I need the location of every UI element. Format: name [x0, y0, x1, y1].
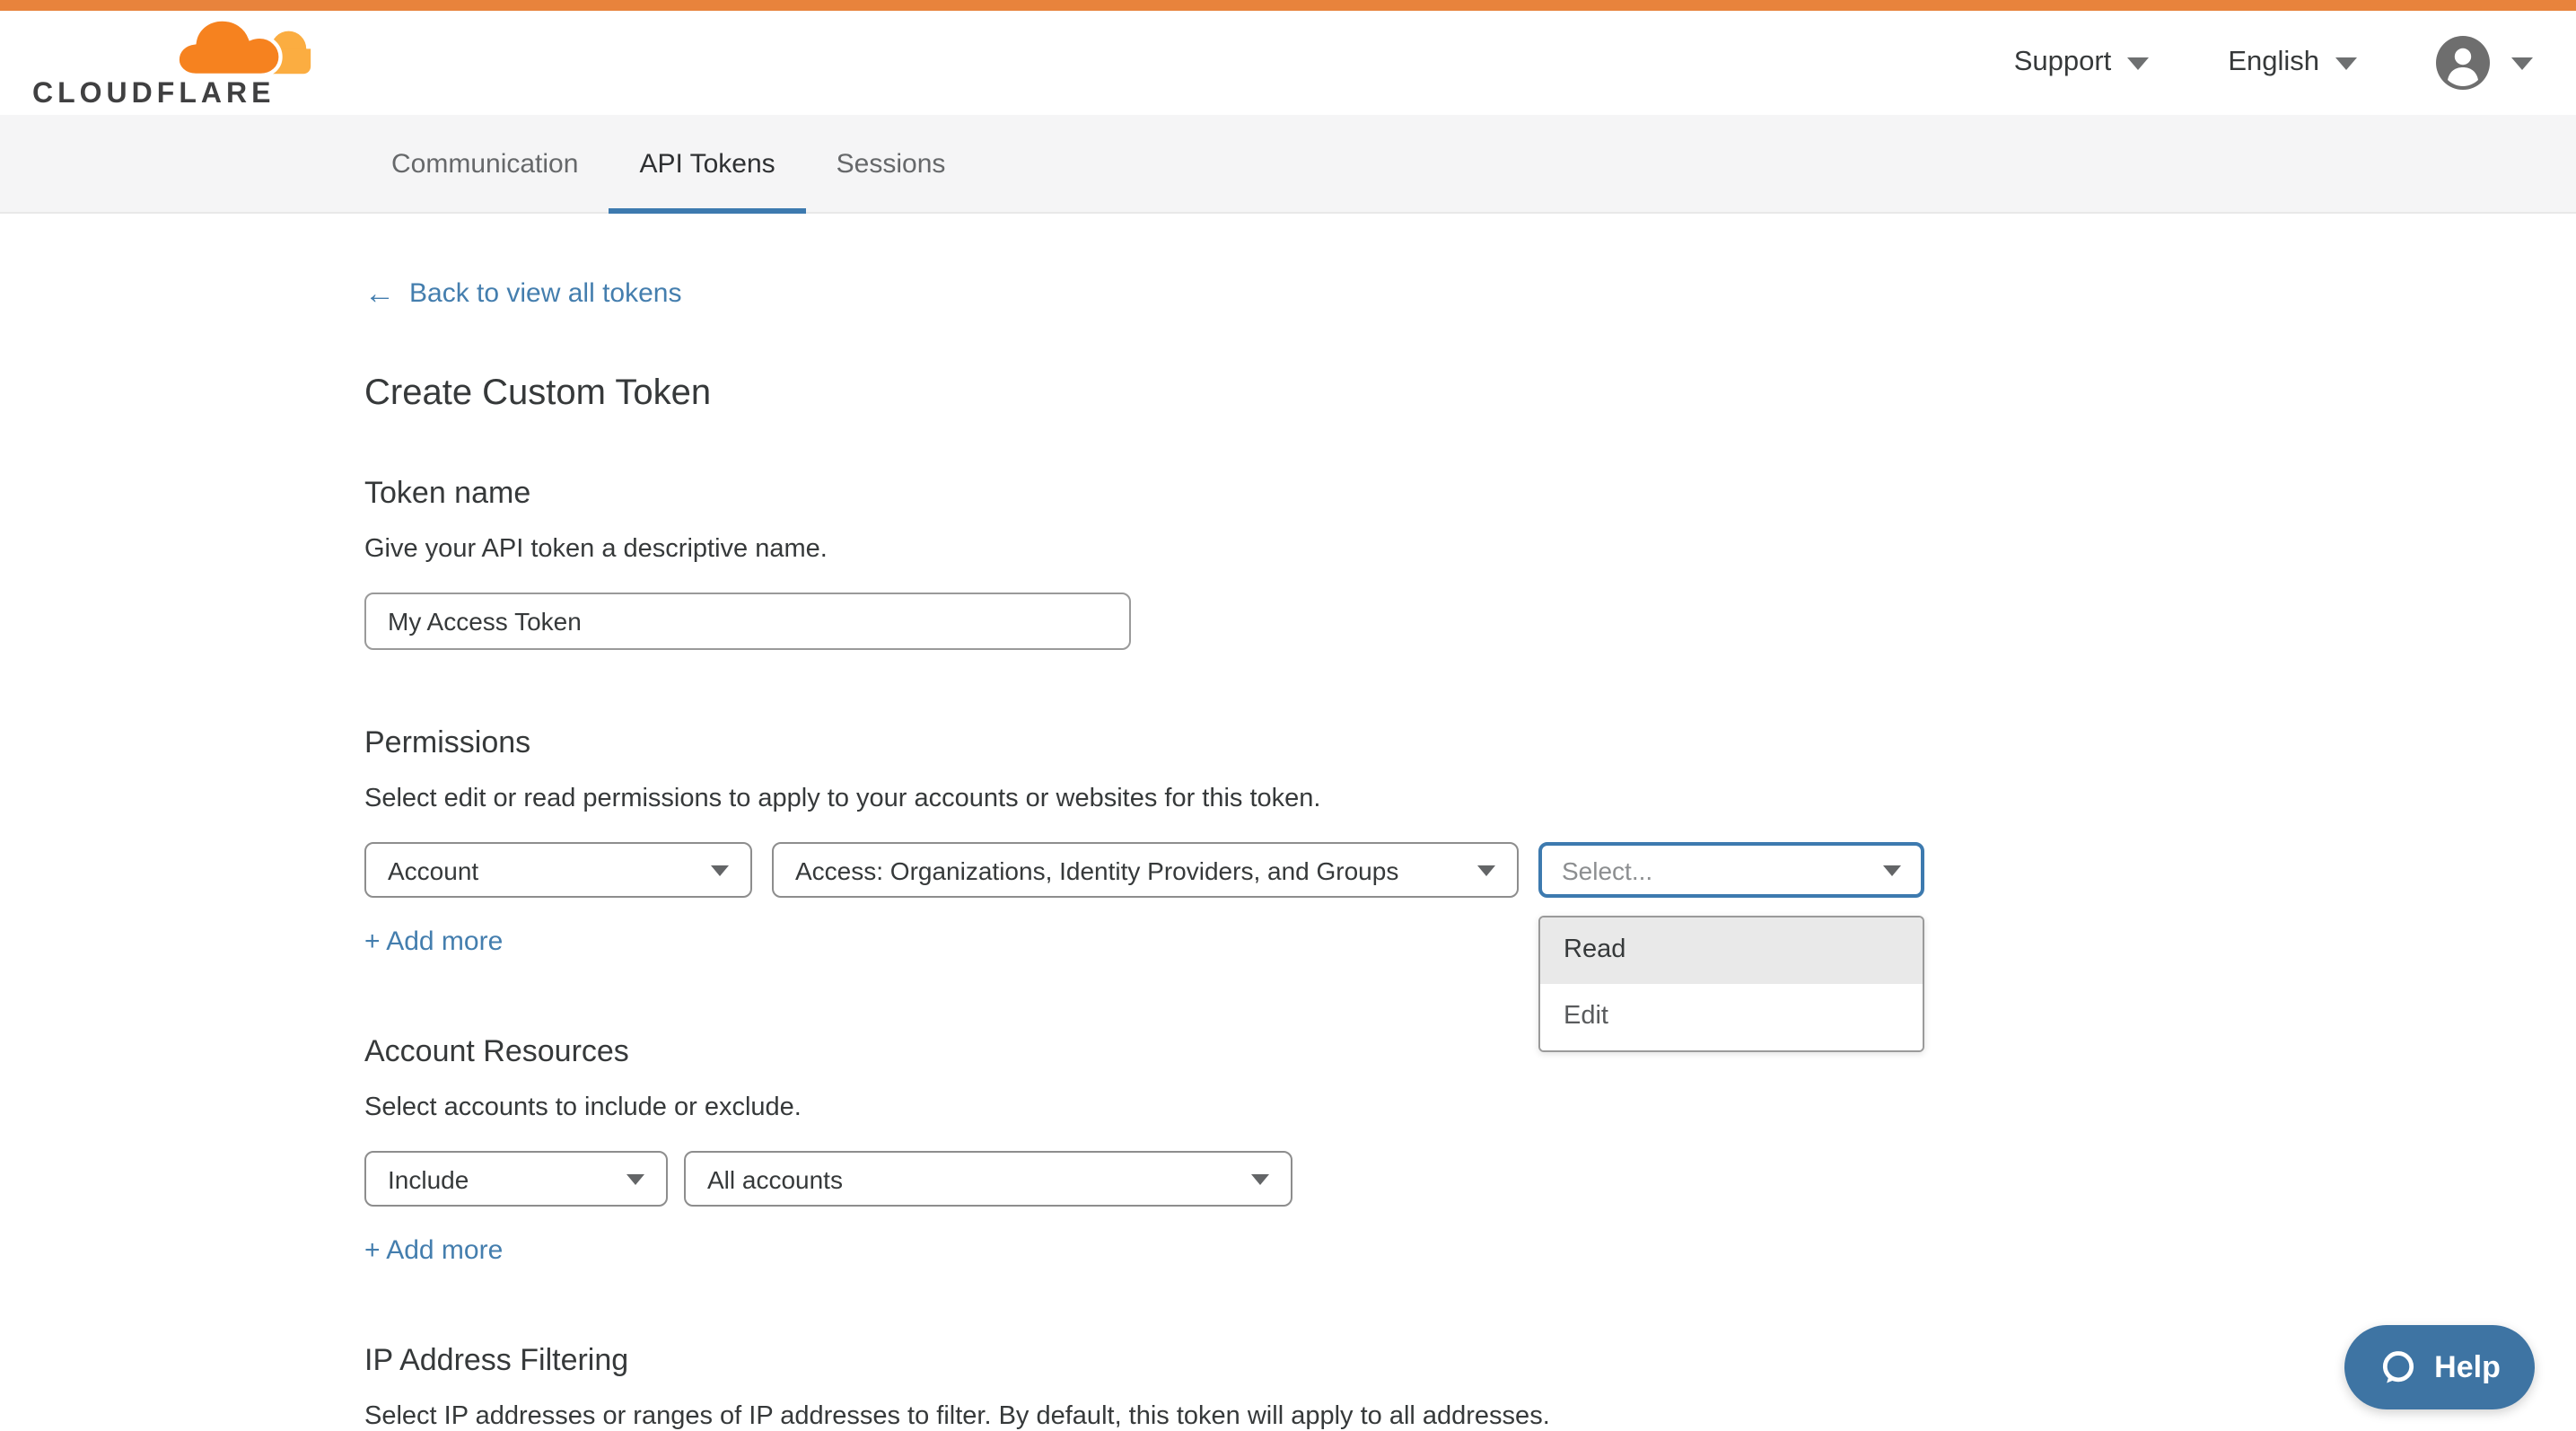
avatar-icon	[2436, 36, 2490, 90]
chevron-down-icon	[2511, 57, 2533, 69]
permissions-heading: Permissions	[364, 725, 2576, 761]
account-menu[interactable]	[2436, 36, 2533, 90]
support-menu[interactable]: Support	[2014, 47, 2150, 79]
language-menu-label: English	[2228, 47, 2319, 79]
permissions-description: Select edit or read permissions to apply…	[364, 785, 2576, 813]
tab-bar: Communication API Tokens Sessions	[0, 115, 2576, 214]
back-arrow-icon: ←	[364, 278, 395, 309]
dropdown-option-read[interactable]: Read	[1540, 917, 1923, 984]
support-menu-label: Support	[2014, 47, 2112, 79]
cloudflare-logo[interactable]: CLOUDFLARE	[32, 16, 320, 110]
chat-bubble-icon	[2379, 1348, 2418, 1387]
permission-resource-value: Access: Organizations, Identity Provider…	[795, 856, 1398, 884]
resource-mode-value: Include	[388, 1164, 469, 1193]
permission-access-placeholder: Select...	[1562, 856, 1652, 884]
tab-api-tokens[interactable]: API Tokens	[609, 115, 805, 212]
chevron-down-icon	[1251, 1173, 1269, 1184]
permissions-add-more-link[interactable]: + Add more	[364, 926, 503, 957]
resource-mode-select[interactable]: Include	[364, 1151, 668, 1207]
chevron-down-icon	[2335, 57, 2357, 69]
tab-sessions[interactable]: Sessions	[806, 115, 977, 212]
cloudflare-wordmark: CLOUDFLARE	[32, 81, 275, 110]
permission-scope-select[interactable]: Account	[364, 842, 752, 898]
account-resources-row: Include All accounts	[364, 1151, 2576, 1207]
token-name-section: Token name Give your API token a descrip…	[364, 476, 2576, 650]
tab-communication[interactable]: Communication	[361, 115, 609, 212]
language-menu[interactable]: English	[2228, 47, 2357, 79]
token-name-heading: Token name	[364, 476, 2576, 512]
back-to-tokens-link[interactable]: ← Back to view all tokens	[364, 278, 682, 309]
help-button[interactable]: Help	[2344, 1325, 2535, 1409]
token-name-input[interactable]	[364, 593, 1131, 650]
permission-access-select-wrap: Select... Read Edit	[1538, 842, 1924, 898]
header: CLOUDFLARE Support English	[0, 11, 2576, 115]
permissions-section: Permissions Select edit or read permissi…	[364, 725, 2576, 959]
page: CLOUDFLARE Support English Communi	[0, 0, 2576, 1431]
back-link-label: Back to view all tokens	[409, 278, 682, 309]
resource-accounts-value: All accounts	[707, 1164, 843, 1193]
top-accent-bar	[0, 0, 2576, 11]
page-title: Create Custom Token	[364, 373, 2576, 415]
account-resources-description: Select accounts to include or exclude.	[364, 1093, 2576, 1122]
header-nav: Support English	[2014, 36, 2533, 90]
account-resources-section: Account Resources Select accounts to inc…	[364, 1034, 2576, 1268]
chevron-down-icon	[711, 865, 729, 875]
permission-access-select[interactable]: Select...	[1538, 842, 1924, 898]
resource-accounts-select[interactable]: All accounts	[684, 1151, 1292, 1207]
permissions-row: Account Access: Organizations, Identity …	[364, 842, 2576, 898]
account-resources-add-more-link[interactable]: + Add more	[364, 1235, 503, 1266]
ip-filtering-description: Select IP addresses or ranges of IP addr…	[364, 1402, 2576, 1431]
chevron-down-icon	[1477, 865, 1495, 875]
access-level-dropdown: Read Edit	[1538, 916, 1924, 1052]
permission-scope-value: Account	[388, 856, 478, 884]
main-content: ← Back to view all tokens Create Custom …	[0, 214, 2576, 1431]
account-resources-heading: Account Resources	[364, 1034, 2576, 1070]
dropdown-option-edit[interactable]: Edit	[1540, 984, 1923, 1050]
chevron-down-icon	[1883, 865, 1901, 875]
token-name-description: Give your API token a descriptive name.	[364, 535, 2576, 564]
cloudflare-cloud-icon	[172, 16, 320, 84]
ip-filtering-heading: IP Address Filtering	[364, 1343, 2576, 1379]
ip-filtering-section: IP Address Filtering Select IP addresses…	[364, 1343, 2576, 1431]
chevron-down-icon	[626, 1173, 644, 1184]
help-button-label: Help	[2434, 1349, 2501, 1385]
chevron-down-icon	[2127, 57, 2149, 69]
permission-resource-select[interactable]: Access: Organizations, Identity Provider…	[772, 842, 1519, 898]
